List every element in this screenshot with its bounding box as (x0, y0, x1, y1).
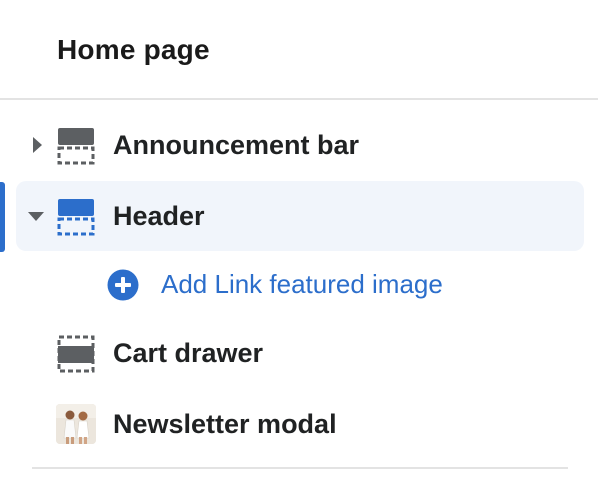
section-item-announcement-bar[interactable]: Announcement bar (16, 110, 584, 180)
chevron-down-icon[interactable] (28, 212, 44, 221)
section-item-newsletter-modal[interactable]: Newsletter modal (16, 389, 584, 459)
top-divider (0, 98, 598, 100)
section-header-icon (57, 199, 95, 236)
section-item-cart-drawer[interactable]: Cart drawer (16, 318, 584, 388)
section-item-header[interactable]: Header (16, 181, 584, 251)
section-item-label: Announcement bar (113, 130, 360, 160)
section-bar-icon (57, 335, 95, 373)
add-block-button[interactable]: Add Link featured image (105, 262, 525, 306)
section-item-label: Cart drawer (113, 338, 264, 368)
section-item-label: Header (113, 201, 205, 231)
chevron-right-icon[interactable] (33, 137, 42, 153)
plus-circle-icon (107, 269, 139, 301)
image-thumbnail (56, 404, 96, 444)
section-footer-icon (57, 128, 95, 165)
section-item-label: Newsletter modal (113, 409, 337, 439)
active-indicator (0, 182, 5, 252)
add-block-label: Add Link featured image (161, 269, 443, 299)
bottom-divider (32, 467, 568, 469)
page-title: Home page (57, 34, 210, 65)
